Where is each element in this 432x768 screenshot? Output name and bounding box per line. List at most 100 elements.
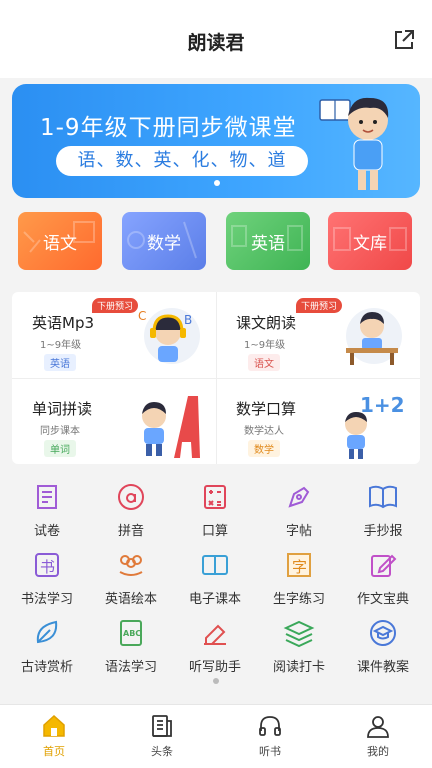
tool-label: 电子课本: [188, 592, 241, 607]
card-title: 课文朗读: [236, 314, 297, 332]
headphones-icon: [259, 716, 281, 736]
subject-library-button[interactable]: 文库: [328, 212, 412, 270]
svg-text:书: 书: [40, 558, 55, 576]
graduation-cap-icon: [370, 620, 396, 646]
svg-text:C: C: [138, 309, 146, 323]
tab-label: 我的: [367, 745, 389, 758]
ebook-icon: [202, 555, 228, 575]
svg-text:B: B: [184, 313, 192, 327]
tool-english-picture-book[interactable]: 英语绘本: [88, 540, 174, 607]
abc-document-icon: ABC: [120, 620, 142, 646]
card-text-reading[interactable]: 下册预习 课文朗读 1~9年级 语文: [216, 292, 420, 378]
card-subtitle: 同步课本: [40, 426, 80, 437]
tool-ebook[interactable]: 电子课本: [172, 540, 258, 607]
tool-label: 手抄报: [363, 524, 403, 539]
subject-label: 文库: [353, 233, 387, 254]
subject-english-button[interactable]: 英语: [226, 212, 310, 270]
page-title: 朗读君: [187, 32, 245, 54]
open-book-icon: [369, 485, 397, 509]
tool-label: 听写助手: [188, 660, 241, 675]
card-word-spelling[interactable]: 单词拼读 同步课本 单词: [12, 378, 216, 464]
tab-label: 听书: [259, 745, 281, 758]
tool-label: 作文宝典: [356, 592, 409, 607]
calligraphy-icon: 书: [35, 553, 59, 577]
eraser-pen-icon: [204, 624, 226, 645]
bottom-tab-bar: 首页 头条 听书 我的: [0, 704, 432, 768]
subject-label: 语文: [43, 233, 77, 254]
tool-label: 书法学习: [20, 592, 73, 607]
subject-chinese-button[interactable]: 语文: [18, 212, 102, 270]
top-bar: 朗读君: [0, 0, 432, 78]
headphone-boy-illustration: C B: [138, 308, 200, 364]
tool-ancient-poetry[interactable]: 古诗赏析: [4, 608, 90, 675]
tool-calligraphy[interactable]: 书 书法学习: [4, 540, 90, 607]
math-boy-illustration: 1+2: [345, 393, 405, 459]
tool-courseware[interactable]: 课件教案: [340, 608, 426, 675]
flower-book-icon: [119, 555, 143, 576]
home-icon: [43, 714, 65, 737]
subject-label: 英语: [251, 233, 285, 254]
tool-grammar[interactable]: ABC 语法学习: [88, 608, 174, 675]
pen-nib-icon: [288, 486, 310, 508]
tab-headlines[interactable]: 头条: [132, 713, 192, 759]
card-tag: 英语: [44, 354, 76, 371]
tool-label: 试卷: [33, 524, 60, 539]
card-math-mental[interactable]: 数学口算 数学达人 数学 1+2: [216, 378, 420, 464]
desk-boy-illustration: [346, 308, 402, 365]
edit-document-icon: [371, 554, 397, 577]
banner-title: 1-9年级下册同步微课堂: [40, 115, 297, 141]
tool-label: 古诗赏析: [20, 660, 73, 675]
tools-grid: 试卷 拼音 口算 字帖 手抄报 书 书法学习 英语绘本 电子课本 字 生字练习 …: [0, 468, 432, 700]
tool-label: 阅读打卡: [272, 660, 325, 675]
card-english-mp3[interactable]: 下册预习 英语Mp3 1~9年级 英语 C B: [12, 292, 216, 378]
tab-profile[interactable]: 我的: [348, 713, 408, 759]
tool-copybook[interactable]: 字帖: [256, 472, 342, 539]
card-title: 单词拼读: [32, 400, 93, 418]
svg-text:1+2: 1+2: [360, 393, 405, 417]
tool-exam[interactable]: 试卷: [4, 472, 90, 539]
tool-label: 课件教案: [356, 660, 409, 675]
promo-banner[interactable]: 1-9年级下册同步微课堂 语、数、英、化、物、道: [12, 84, 420, 198]
tool-label: 字帖: [285, 524, 312, 539]
tool-character-practice[interactable]: 字 生字练习: [256, 540, 342, 607]
tab-home[interactable]: 首页: [24, 713, 84, 759]
profile-icon: [367, 716, 389, 738]
card-title: 数学口算: [236, 400, 297, 418]
leaf-icon: [36, 620, 58, 644]
tool-composition[interactable]: 作文宝典: [340, 540, 426, 607]
tool-dictation[interactable]: 听写助手: [172, 608, 258, 675]
calculator-icon: [204, 485, 226, 509]
card-subtitle: 1~9年级: [244, 340, 286, 351]
layers-icon: [283, 620, 315, 648]
card-title: 英语Mp3: [32, 314, 95, 332]
tool-label: 口算: [201, 524, 228, 539]
subject-math-button[interactable]: 数学: [122, 212, 206, 270]
tool-label: 英语绘本: [104, 592, 157, 607]
banner-subtitle: 语、数、英、化、物、道: [56, 146, 308, 176]
letter-a-boy-illustration: [142, 396, 200, 458]
news-icon: [152, 715, 172, 737]
subject-label: 数学: [147, 233, 181, 254]
tab-label: 首页: [43, 745, 65, 758]
card-tag: 数学: [248, 440, 280, 457]
tool-handcopy[interactable]: 手抄报: [340, 472, 426, 539]
tool-pinyin[interactable]: 拼音: [88, 472, 174, 539]
exam-scroll-icon: [37, 485, 57, 509]
svg-text:字: 字: [292, 558, 307, 576]
tool-reading-checkin[interactable]: 阅读打卡: [256, 608, 342, 675]
card-subtitle: 数学达人: [244, 426, 284, 437]
reading-boy-illustration: [319, 97, 389, 190]
tool-label: 生字练习: [272, 592, 325, 607]
tool-label: 语法学习: [104, 660, 157, 675]
character-grid-icon: 字: [287, 553, 311, 577]
grid-page-dot: [213, 678, 219, 684]
tool-calculation[interactable]: 口算: [172, 472, 258, 539]
share-icon[interactable]: [392, 28, 416, 52]
tab-audiobooks[interactable]: 听书: [240, 713, 300, 759]
card-subtitle: 1~9年级: [40, 340, 82, 351]
tab-label: 头条: [151, 745, 173, 758]
tool-label: 拼音: [117, 524, 144, 539]
pinyin-a-icon: [118, 484, 144, 510]
feature-cards: 下册预习 英语Mp3 1~9年级 英语 C B 下册预习 课文朗读 1~9年级 …: [12, 292, 420, 464]
card-tag: 单词: [44, 440, 76, 457]
